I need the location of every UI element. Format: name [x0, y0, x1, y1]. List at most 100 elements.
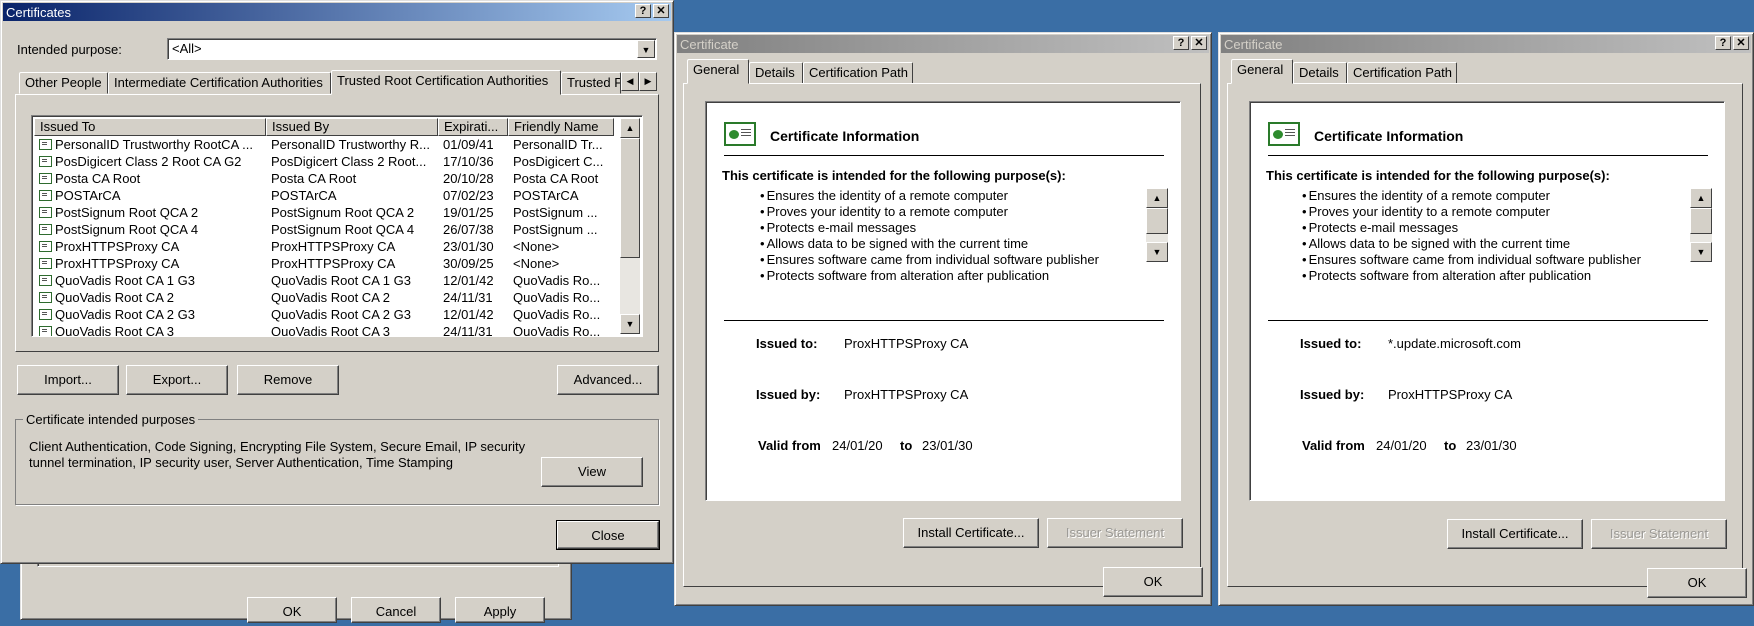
chevron-down-icon[interactable]: ▼: [637, 40, 655, 58]
table-row[interactable]: POSTArCA POSTArCA 07/02/23 POSTArCA: [34, 187, 616, 204]
cell-issued-by: PosDigicert Class 2 Root...: [271, 154, 427, 169]
cell-issued-to: QuoVadis Root CA 2: [34, 289, 266, 306]
table-row[interactable]: QuoVadis Root CA 1 G3 QuoVadis Root CA 1 …: [34, 272, 616, 289]
cell-expiration: 20/10/28: [443, 171, 494, 186]
cell-expiration: 01/09/41: [443, 137, 494, 152]
cell-friendly-name: QuoVadis Ro...: [513, 324, 601, 337]
column-expiration[interactable]: Expirati...: [438, 118, 508, 136]
intended-purpose-select[interactable]: <All> ▼: [167, 38, 657, 60]
intended-purpose-label: Intended purpose:: [17, 42, 122, 57]
cell-expiration: 12/01/42: [443, 273, 494, 288]
scroll-down-button[interactable]: ▼: [620, 314, 640, 334]
background-apply-button[interactable]: Apply: [455, 597, 545, 623]
certificates-window: Certificates ? ✕ Intended purpose: <All>…: [0, 0, 674, 564]
tab-trusted-root-ca[interactable]: Trusted Root Certification Authorities: [331, 70, 561, 95]
cell-issued-by: PostSignum Root QCA 2: [271, 205, 415, 220]
tab-details-1[interactable]: Details: [749, 62, 803, 84]
purpose-item: Protects e-mail messages: [1302, 220, 1641, 236]
purpose-item: Protects software from alteration after …: [760, 268, 1099, 284]
table-row[interactable]: ProxHTTPSProxy CA ProxHTTPSProxy CA 30/09/…: [34, 255, 616, 272]
purpose-item: Ensures software came from individual so…: [760, 252, 1099, 268]
table-row[interactable]: QuoVadis Root CA 3 QuoVadis Root CA 3 24/1…: [34, 323, 616, 337]
purpose-item: Allows data to be signed with the curren…: [1302, 236, 1641, 252]
purpose-scroll-down-2[interactable]: ▼: [1690, 242, 1712, 262]
tab-details-2[interactable]: Details: [1293, 62, 1347, 84]
table-row[interactable]: PostSignum Root QCA 2 PostSignum Root QCA…: [34, 204, 616, 221]
purpose-scroll-thumb-2[interactable]: [1690, 208, 1712, 234]
tab-other-people[interactable]: Other People: [19, 72, 108, 94]
cell-issued-to: Posta CA Root: [34, 170, 266, 187]
certificate-icon: [39, 292, 52, 303]
tab-trusted-publishers[interactable]: Trusted P: [561, 72, 621, 94]
table-row[interactable]: Posta CA Root Posta CA Root 20/10/28 Posta …: [34, 170, 616, 187]
cell-friendly-name: <None>: [513, 256, 560, 271]
close-dialog-button[interactable]: Close: [556, 520, 660, 550]
table-row[interactable]: PostSignum Root QCA 4 PostSignum Root QCA…: [34, 221, 616, 238]
table-row[interactable]: ProxHTTPSProxy CA ProxHTTPSProxy CA 23/01/…: [34, 238, 616, 255]
issued-to-text: QuoVadis Root CA 3: [55, 324, 174, 337]
table-row[interactable]: PosDigicert Class 2 Root CA G2 PosDigicer…: [34, 153, 616, 170]
divider-2b: [1268, 320, 1708, 321]
purpose-scroll-up-1[interactable]: ▲: [1146, 188, 1168, 208]
help-button[interactable]: ?: [635, 4, 651, 18]
help-button-1[interactable]: ?: [1173, 36, 1189, 50]
purpose-heading-2: This certificate is intended for the fol…: [1266, 168, 1610, 183]
scroll-up-button[interactable]: ▲: [620, 118, 640, 138]
column-friendly-name[interactable]: Friendly Name: [508, 118, 614, 136]
export-button[interactable]: Export...: [126, 365, 228, 395]
cell-issued-by: Posta CA Root: [271, 171, 357, 186]
purpose-item: Proves your identity to a remote compute…: [1302, 204, 1641, 220]
issued-to-text: QuoVadis Root CA 2 G3: [55, 307, 195, 322]
tab-scroll-right[interactable]: ▶: [639, 72, 657, 91]
view-button[interactable]: View: [541, 457, 643, 487]
certificate-titlebar-1[interactable]: Certificate ? ✕: [677, 35, 1209, 53]
valid-from-value-1: 24/01/20: [832, 438, 883, 453]
certificate-icon: [1268, 122, 1300, 146]
cell-issued-to: PersonalID Trustworthy RootCA ...: [34, 136, 266, 153]
help-button-2[interactable]: ?: [1715, 36, 1731, 50]
tab-general-1[interactable]: General: [687, 59, 749, 84]
cell-expiration: 17/10/36: [443, 154, 494, 169]
cell-expiration: 24/11/31: [443, 290, 493, 305]
import-button[interactable]: Import...: [17, 365, 119, 395]
purpose-scroll-up-2[interactable]: ▲: [1690, 188, 1712, 208]
table-row[interactable]: QuoVadis Root CA 2 QuoVadis Root CA 2 24/1…: [34, 289, 616, 306]
certificate-list[interactable]: Issued To Issued By Expirati... Friendly…: [31, 115, 643, 337]
column-issued-by[interactable]: Issued By: [266, 118, 438, 136]
ok-button-1[interactable]: OK: [1103, 567, 1203, 597]
tab-certification-path-1[interactable]: Certification Path: [803, 62, 913, 84]
purpose-scroll-down-1[interactable]: ▼: [1146, 242, 1168, 262]
close-button-2[interactable]: ✕: [1733, 36, 1749, 50]
issued-to-text: Posta CA Root: [55, 171, 141, 186]
issued-to-label-2: Issued to:: [1300, 336, 1362, 351]
scroll-thumb[interactable]: [620, 138, 640, 258]
tab-general-2[interactable]: General: [1231, 59, 1293, 84]
certificate-titlebar-2[interactable]: Certificate ? ✕: [1221, 35, 1751, 53]
background-cancel-button[interactable]: Cancel: [351, 597, 441, 623]
tab-intermediate-ca[interactable]: Intermediate Certification Authorities: [108, 72, 331, 94]
close-button[interactable]: ✕: [653, 4, 669, 18]
cell-issued-by: PostSignum Root QCA 4: [271, 222, 415, 237]
issuer-statement-button-2[interactable]: Issuer Statement: [1591, 519, 1727, 549]
remove-button[interactable]: Remove: [237, 365, 339, 395]
background-ok-button[interactable]: OK: [247, 597, 337, 623]
table-row[interactable]: PersonalID Trustworthy RootCA ... Persona…: [34, 136, 616, 153]
certificates-titlebar[interactable]: Certificates ? ✕: [3, 3, 671, 21]
table-row[interactable]: QuoVadis Root CA 2 G3 QuoVadis Root CA 2 …: [34, 306, 616, 323]
certificate-icon: [39, 275, 52, 286]
ok-button-2[interactable]: OK: [1647, 568, 1747, 598]
divider-2a: [1268, 155, 1708, 156]
divider-1b: [724, 320, 1164, 321]
advanced-button[interactable]: Advanced...: [557, 365, 659, 395]
close-button-1[interactable]: ✕: [1191, 36, 1207, 50]
issued-to-label-1: Issued to:: [756, 336, 818, 351]
divider-1a: [724, 155, 1164, 156]
issuer-statement-button-1[interactable]: Issuer Statement: [1047, 518, 1183, 548]
purpose-scroll-thumb-1[interactable]: [1146, 208, 1168, 234]
tab-scroll-left[interactable]: ◀: [621, 72, 639, 91]
column-issued-to[interactable]: Issued To: [34, 118, 266, 136]
list-rows: PersonalID Trustworthy RootCA ... Persona…: [34, 136, 616, 337]
install-certificate-button-1[interactable]: Install Certificate...: [903, 518, 1039, 548]
tab-certification-path-2[interactable]: Certification Path: [1347, 62, 1457, 84]
install-certificate-button-2[interactable]: Install Certificate...: [1447, 519, 1583, 549]
